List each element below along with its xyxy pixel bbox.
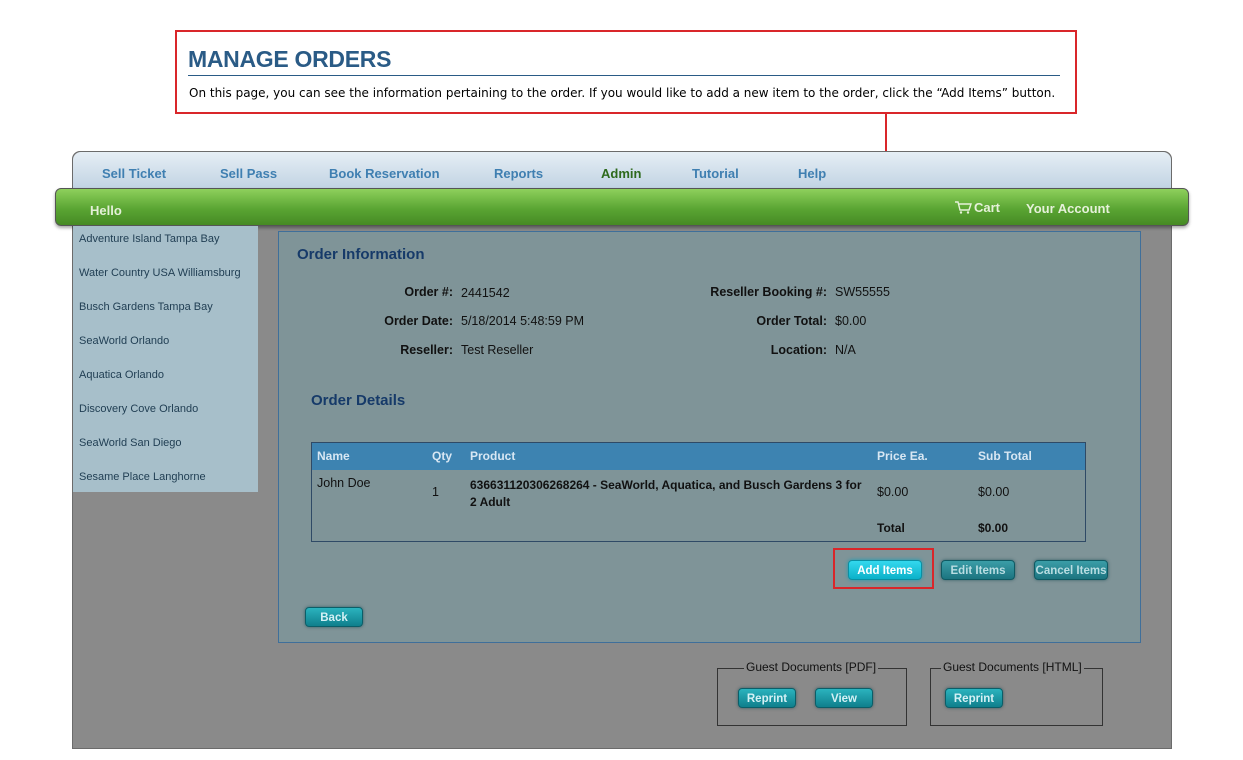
column-header-qty: Qty: [432, 449, 453, 463]
column-header-subtotal: Sub Total: [978, 449, 1032, 463]
header-bar: Hello Cart Your Account: [55, 188, 1189, 226]
order-total-value: $0.00: [835, 314, 867, 328]
sidebar-item-sesame-place[interactable]: Sesame Place Langhorne: [79, 471, 206, 483]
guest-documents-html-legend: Guest Documents [HTML]: [941, 660, 1084, 674]
nav-reports[interactable]: Reports: [494, 166, 543, 181]
reseller-value: Test Reseller: [461, 343, 534, 357]
reseller-booking-value: SW55555: [835, 285, 890, 299]
park-sidebar: Adventure Island Tampa Bay Water Country…: [73, 226, 258, 492]
your-account-link[interactable]: Your Account: [1026, 201, 1110, 216]
pdf-view-button[interactable]: View: [815, 688, 873, 708]
callout-description: On this page, you can see the informatio…: [189, 86, 1056, 100]
nav-sell-pass[interactable]: Sell Pass: [220, 166, 277, 181]
nav-help[interactable]: Help: [798, 166, 826, 181]
order-number-value: 2441542: [461, 286, 510, 300]
reseller-booking-label: Reseller Booking #:: [710, 285, 827, 299]
order-number-label: Order #:: [404, 285, 453, 299]
table-total-value: $0.00: [978, 521, 1009, 535]
location-label: Location:: [770, 343, 827, 357]
callout-title: MANAGE ORDERS: [188, 46, 392, 72]
guest-documents-pdf-group: Guest Documents [PDF] Reprint View: [717, 660, 907, 726]
nav-tutorial[interactable]: Tutorial: [692, 166, 739, 181]
sidebar-item-water-country[interactable]: Water Country USA Williamsburg: [79, 267, 241, 279]
html-reprint-button[interactable]: Reprint: [945, 688, 1003, 708]
order-information-heading: Order Information: [297, 246, 425, 263]
nav-sell-ticket[interactable]: Sell Ticket: [102, 166, 166, 181]
table-header: Name Qty Product Price Ea. Sub Total: [312, 443, 1085, 470]
add-items-highlight: [833, 548, 934, 589]
edit-items-button[interactable]: Edit Items: [941, 560, 1015, 580]
cart-label: Cart: [974, 200, 1001, 215]
greeting: Hello: [90, 203, 122, 218]
top-navigation: Sell Ticket Sell Pass Book Reservation R…: [73, 152, 1171, 190]
row-name: John Doe: [317, 476, 371, 490]
nav-admin[interactable]: Admin: [601, 166, 641, 181]
column-header-price: Price Ea.: [877, 449, 928, 463]
nav-book-reservation[interactable]: Book Reservation: [329, 166, 440, 181]
cart-link[interactable]: Cart: [954, 200, 1000, 215]
location-value: N/A: [835, 343, 856, 357]
sidebar-item-discovery-cove[interactable]: Discovery Cove Orlando: [79, 403, 198, 415]
row-price: $0.00: [877, 485, 909, 499]
sidebar-item-seaworld-san-diego[interactable]: SeaWorld San Diego: [79, 437, 182, 449]
order-date-value: 5/18/2014 5:48:59 PM: [461, 314, 585, 328]
table-total-label: Total: [877, 521, 905, 535]
sidebar-item-busch-gardens[interactable]: Busch Gardens Tampa Bay: [79, 301, 213, 313]
sidebar-item-seaworld-orlando[interactable]: SeaWorld Orlando: [79, 335, 169, 347]
order-details-table: Name Qty Product Price Ea. Sub Total Joh…: [311, 442, 1086, 542]
sidebar-item-adventure-island[interactable]: Adventure Island Tampa Bay: [79, 233, 219, 245]
instruction-callout: MANAGE ORDERS On this page, you can see …: [175, 30, 1077, 114]
row-qty: 1: [432, 485, 439, 499]
order-panel: Order Information Order #: 2441542 Order…: [278, 231, 1141, 643]
cancel-items-button[interactable]: Cancel Items: [1034, 560, 1108, 580]
guest-documents-pdf-legend: Guest Documents [PDF]: [744, 660, 879, 674]
sidebar-item-aquatica-orlando[interactable]: Aquatica Orlando: [79, 369, 164, 381]
back-button[interactable]: Back: [305, 607, 363, 627]
row-subtotal: $0.00: [978, 485, 1010, 499]
guest-documents-html-group: Guest Documents [HTML] Reprint: [930, 660, 1103, 726]
callout-divider: [188, 75, 1060, 76]
column-header-product: Product: [470, 449, 516, 463]
order-total-label: Order Total:: [756, 314, 827, 328]
cart-icon: [955, 201, 972, 214]
column-header-name: Name: [317, 449, 350, 463]
pdf-reprint-button[interactable]: Reprint: [738, 688, 796, 708]
order-details-heading: Order Details: [311, 392, 406, 409]
reseller-label: Reseller:: [400, 343, 453, 357]
order-date-label: Order Date:: [384, 314, 453, 328]
row-product: 636631120306268264 - SeaWorld, Aquatica,…: [470, 478, 862, 509]
